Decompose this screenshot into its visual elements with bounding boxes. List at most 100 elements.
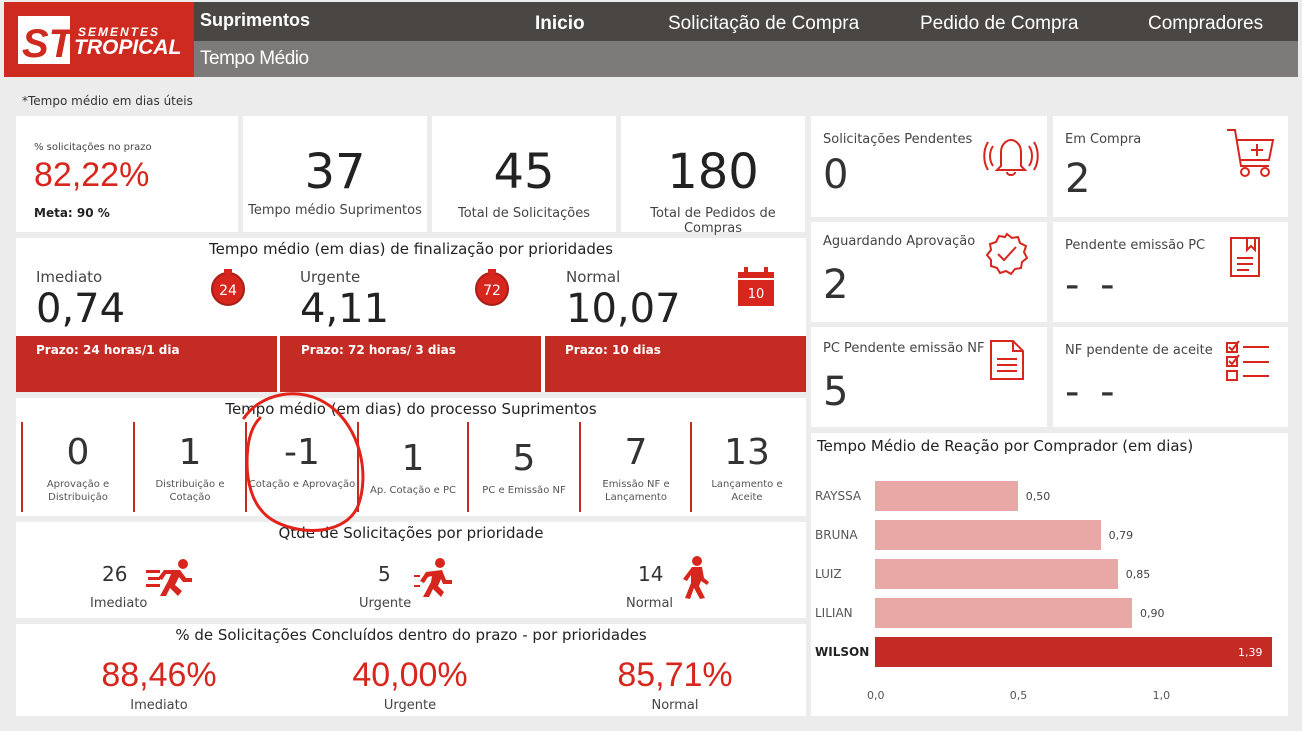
calendar-10-icon: 10 [736, 266, 776, 308]
qtde-imediato-label: Imediato [90, 596, 148, 611]
prioridade-imediato-value: 0,74 [36, 286, 126, 332]
nav-inicio[interactable]: Inicio [535, 13, 585, 35]
step-value: 7 [624, 432, 648, 473]
processo-card: Tempo médio (em dias) do processo Suprim… [16, 398, 806, 516]
walker-icon [680, 556, 712, 600]
nav-solicitacao-compra[interactable]: Solicitação de Compra [668, 13, 859, 35]
prioridades-title: Tempo médio (em dias) de finalização por… [209, 240, 613, 258]
bar[interactable] [875, 481, 1018, 511]
processo-step-5: 5 PC e Emissão NF [469, 398, 579, 516]
status-title: Pendente emissão PC [1065, 238, 1206, 253]
step-value: 0 [66, 432, 90, 473]
cart-icon [1225, 126, 1277, 180]
kpi-pct-prazo-label: % solicitações no prazo [34, 142, 152, 153]
kpi-pct-prazo-card: % solicitações no prazo 82,22% Meta: 90 … [16, 116, 238, 232]
processo-step-2: 1 Distribuição e Cotação [135, 398, 245, 516]
step-value: 5 [512, 438, 536, 479]
step-label: Aprovação e Distribuição [46, 479, 110, 503]
bar-category-label: LILIAN [815, 606, 853, 620]
file-icon [989, 339, 1025, 383]
kpi-tempo-medio-value: 37 [304, 144, 366, 200]
svg-text:72: 72 [483, 283, 501, 299]
sub-header-bar: Tempo Médio [194, 41, 1298, 77]
reacao-comprador-chart: Tempo Médio de Reação por Comprador (em … [811, 433, 1288, 716]
bar-value-label: 0,79 [1108, 529, 1134, 542]
kpi-total-solicitacoes-value: 45 [493, 144, 555, 200]
status-solicitacoes-pendentes[interactable]: Solicitações Pendentes 0 [811, 116, 1047, 217]
stopwatch-24-icon: 24 [208, 268, 248, 308]
processo-step-7: 13 Lançamento e Aceite [692, 398, 802, 516]
status-value: 0 [823, 152, 849, 198]
prioridade-urgente-value: 4,11 [300, 286, 390, 332]
bar[interactable] [875, 559, 1118, 589]
status-nf-pendente-aceite[interactable]: NF pendente de aceite - - [1053, 327, 1288, 427]
kpi-pct-prazo-value: 82,22% [34, 156, 150, 194]
kpi-total-pedidos-label: Total de Pedidos de Compras [650, 206, 776, 236]
page-title: Tempo Médio [200, 48, 309, 69]
step-label: PC e Emissão NF [482, 485, 566, 496]
bar-category-label: RAYSSA [815, 489, 862, 503]
nav-compradores[interactable]: Compradores [1148, 13, 1263, 35]
kpi-total-solicitacoes-card: 45 Total de Solicitações [432, 116, 616, 232]
status-title: Em Compra [1065, 132, 1142, 147]
checklist-icon [1225, 339, 1271, 385]
logo-mark: ST SEMENTES TROPICAL [18, 16, 181, 66]
step-label: Lançamento e Aceite [711, 479, 783, 503]
status-title: PC Pendente emissão NF [823, 341, 985, 356]
status-title: Solicitações Pendentes [823, 132, 973, 147]
qtde-urgente-label: Urgente [359, 596, 412, 611]
pct-urgente-value: 40,00% [352, 656, 468, 694]
step-label: Emissão NF e Lançamento [602, 479, 670, 503]
status-pendente-emissao-pc[interactable]: Pendente emissão PC - - [1053, 222, 1288, 322]
footnote: *Tempo médio em dias úteis [22, 94, 193, 108]
chart-plot-area: RAYSSA 0,50 BRUNA 0,79 LUIZ 0,85 LILIAN 0,90 WIL… [811, 433, 1288, 716]
status-value: 2 [823, 262, 849, 308]
step-value: 13 [724, 432, 770, 473]
pct-normal-value: 85,71% [617, 656, 733, 694]
bar-category-label: WILSON [815, 645, 870, 659]
pct-urgente-label: Urgente [383, 698, 437, 713]
x-tick-label: 0,0 [867, 689, 885, 702]
bar-value-label: 1,39 [1238, 646, 1263, 659]
prioridade-imediato-label: Imediato [36, 268, 103, 286]
status-em-compra[interactable]: Em Compra 2 [1053, 116, 1288, 217]
qtde-urgente-value: 5 [378, 562, 391, 586]
status-value: - - [1065, 369, 1119, 415]
sprinter-icon [146, 556, 192, 598]
kpi-tempo-medio-card: 37 Tempo médio Suprimentos [243, 116, 427, 232]
qtde-normal-value: 14 [638, 562, 664, 586]
status-aguardando-aprovacao[interactable]: Aguardando Aprovação 2 [811, 222, 1047, 322]
status-value: 5 [823, 369, 849, 415]
prioridades-card: Tempo médio (em dias) de finalização por… [16, 238, 806, 392]
qtde-imediato-value: 26 [102, 562, 128, 586]
kpi-meta: Meta: 90 % [34, 206, 110, 220]
pct-prazo-card: % de Solicitações Concluídos dentro do p… [16, 624, 806, 716]
x-tick-label: 0,5 [1009, 689, 1028, 702]
pct-imediato-value: 88,46% [101, 656, 217, 694]
kpi-tempo-medio-label: Tempo médio Suprimentos [248, 203, 422, 218]
svg-text:24: 24 [219, 283, 237, 299]
stopwatch-72-icon: 72 [472, 268, 512, 308]
processo-step-1: 0 Aprovação e Distribuição [23, 398, 133, 516]
kpi-total-pedidos-value: 180 [667, 144, 759, 200]
bar-category-label: BRUNA [815, 528, 858, 542]
bar[interactable] [875, 598, 1133, 628]
nav-pedido-compra[interactable]: Pedido de Compra [920, 13, 1078, 35]
app-title: Suprimentos [200, 10, 311, 30]
svg-text:TROPICAL: TROPICAL [74, 36, 181, 59]
pct-normal-label: Normal [651, 698, 699, 713]
bar-value-label: 0,90 [1140, 607, 1165, 620]
hand-drawn-circle-annotation [230, 384, 380, 544]
bar[interactable] [875, 637, 1272, 667]
pct-prazo-title: % de Solicitações Concluídos dentro do p… [175, 626, 647, 644]
bar[interactable] [875, 520, 1101, 550]
x-tick-label: 1,0 [1152, 689, 1171, 702]
bar-category-label: LUIZ [815, 567, 842, 581]
bell-icon [983, 132, 1039, 178]
pct-imediato-label: Imediato [130, 698, 188, 713]
status-title: NF pendente de aceite [1065, 343, 1213, 358]
step-value: 1 [178, 432, 202, 473]
bar-value-label: 0,50 [1025, 490, 1051, 503]
status-pc-pendente-emissao-nf[interactable]: PC Pendente emissão NF 5 [811, 327, 1047, 427]
prazo-normal: Prazo: 10 dias [545, 336, 806, 392]
